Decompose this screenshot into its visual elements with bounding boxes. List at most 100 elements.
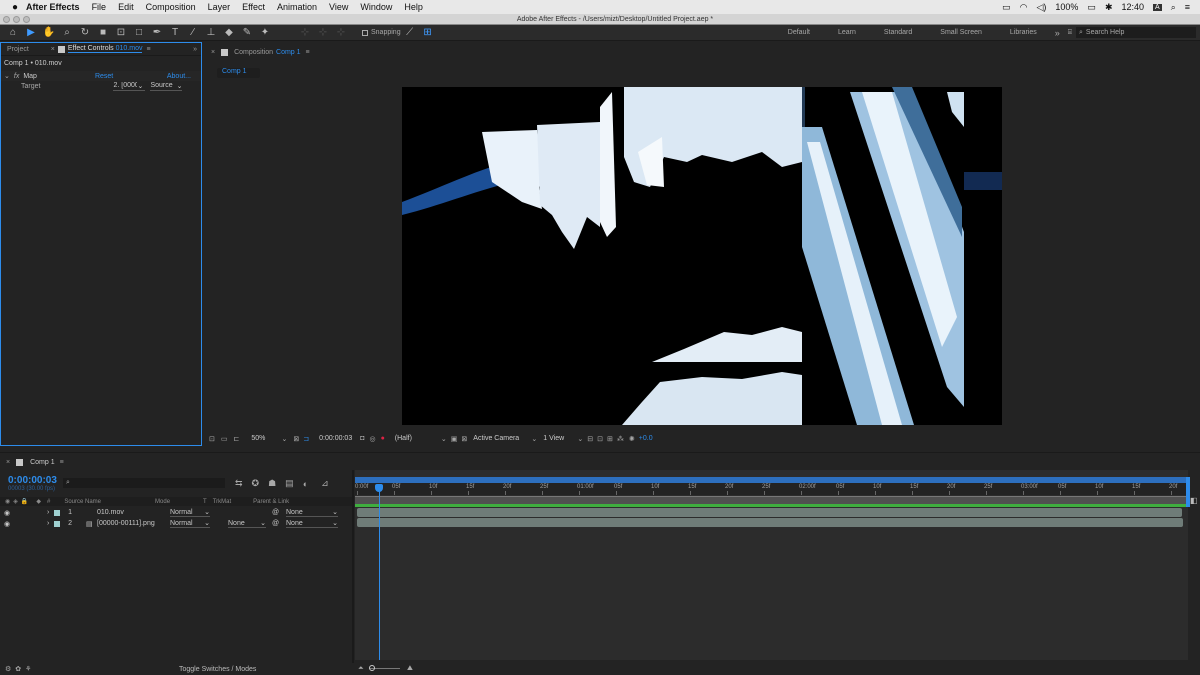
timeline-link-icon[interactable]: ⊞ bbox=[607, 435, 613, 443]
battery-percent[interactable]: 100% bbox=[1055, 2, 1078, 12]
display-icon[interactable]: ▭ bbox=[1002, 2, 1011, 13]
target-source-dropdown[interactable]: Source ⌄ bbox=[150, 82, 183, 91]
type-tool-icon[interactable]: T bbox=[168, 26, 182, 40]
rotate-tool-icon[interactable]: ↻ bbox=[78, 26, 92, 40]
zoom-window-button[interactable] bbox=[23, 15, 30, 23]
menu-edit[interactable]: Edit bbox=[118, 2, 134, 12]
twirl-closed-icon[interactable]: › bbox=[47, 520, 49, 527]
timeline-divider[interactable] bbox=[352, 470, 354, 675]
snap-feature-icon[interactable]: ⊞ bbox=[421, 26, 435, 40]
roto-brush-tool-icon[interactable]: ✎ bbox=[240, 26, 254, 40]
motion-blur-icon[interactable]: ◐ bbox=[303, 479, 308, 489]
timeline-timecode[interactable]: 0:00:00:03 bbox=[8, 475, 57, 486]
clock-time[interactable]: 12:40 bbox=[1121, 2, 1144, 12]
visibility-eye-icon[interactable]: ◉ bbox=[4, 520, 10, 528]
apple-icon[interactable]: ● bbox=[12, 2, 18, 13]
layer-mode-dropdown[interactable]: Normal ⌄ bbox=[170, 508, 210, 517]
fast-preview-icon[interactable]: ⊡ bbox=[597, 435, 603, 443]
menu-animation[interactable]: Animation bbox=[277, 2, 317, 12]
transfer-controls-icon[interactable]: ✿ bbox=[15, 665, 21, 673]
header-t[interactable]: T bbox=[203, 499, 207, 505]
tab-timeline-comp[interactable]: Comp 1 bbox=[30, 459, 55, 466]
close-tab-icon[interactable]: × bbox=[211, 49, 215, 56]
reset-exposure-icon[interactable]: ✺ bbox=[629, 435, 635, 443]
layer-name[interactable]: [00000-00111].png bbox=[97, 520, 155, 527]
timeline-zoom-knob[interactable] bbox=[369, 665, 375, 671]
region-of-interest-icon[interactable]: ▣ bbox=[451, 435, 458, 443]
playhead-line[interactable] bbox=[379, 484, 380, 660]
puppet-pin-tool-icon[interactable]: ✦ bbox=[258, 26, 272, 40]
pan-behind-tool-icon[interactable]: ⊡ bbox=[114, 26, 128, 40]
close-tab-icon[interactable]: × bbox=[51, 46, 55, 53]
reset-link[interactable]: Reset bbox=[95, 73, 113, 80]
menu-layer[interactable]: Layer bbox=[208, 2, 231, 12]
shy-layers-icon[interactable]: ☗ bbox=[268, 478, 276, 489]
twirl-open-icon[interactable]: ⌄ bbox=[4, 72, 10, 80]
more-workspaces-button[interactable]: » bbox=[1055, 28, 1060, 38]
graph-editor-icon[interactable]: ⊿ bbox=[321, 478, 329, 489]
layer-mode-dropdown[interactable]: Normal ⌄ bbox=[170, 519, 210, 528]
in-out-icon[interactable]: ⚘ bbox=[25, 665, 31, 673]
home-icon[interactable]: ⌂ bbox=[6, 26, 20, 40]
menu-file[interactable]: File bbox=[92, 2, 107, 12]
axis-world-icon[interactable]: ⊹ bbox=[316, 26, 330, 40]
menu-composition[interactable]: Composition bbox=[146, 2, 196, 12]
eraser-tool-icon[interactable]: ◆ bbox=[222, 26, 236, 40]
label-color-swatch[interactable] bbox=[54, 509, 61, 516]
layer-trkmat-dropdown[interactable]: None ⌄ bbox=[228, 519, 266, 528]
sync-settings-icon[interactable]: ⌸ bbox=[1068, 29, 1072, 37]
brush-tool-icon[interactable]: ∕ bbox=[186, 26, 200, 40]
twirl-closed-icon[interactable]: › bbox=[47, 509, 49, 516]
snapping-checkbox[interactable] bbox=[362, 29, 368, 36]
workspace-standard[interactable]: Standard bbox=[884, 29, 912, 36]
pen-tool-icon[interactable]: ✒ bbox=[150, 26, 164, 40]
snapshot-camera-icon[interactable]: ◘ bbox=[360, 435, 364, 442]
axis-local-icon[interactable]: ⊹ bbox=[298, 26, 312, 40]
comp-marker-icon[interactable]: ◧ bbox=[1190, 496, 1198, 505]
layer-name[interactable]: 010.mov bbox=[97, 509, 124, 516]
zoom-out-icon[interactable]: ⏶ bbox=[358, 665, 364, 673]
flowchart-icon[interactable]: ⁂ bbox=[617, 435, 624, 443]
workspace-libraries[interactable]: Libraries bbox=[1010, 29, 1037, 36]
composition-viewer[interactable] bbox=[402, 87, 1002, 425]
panel-menu-icon[interactable]: ≡ bbox=[146, 46, 150, 53]
header-parent[interactable]: Parent & Link bbox=[253, 499, 289, 505]
tab-effect-controls[interactable]: Effect Controls 010.mov bbox=[67, 45, 143, 53]
view-layout-dropdown[interactable]: 1 View ⌄ bbox=[543, 435, 583, 443]
toggle-switches-modes-button[interactable]: Toggle Switches / Modes bbox=[179, 666, 256, 673]
mask-visibility-icon[interactable]: ⊏ bbox=[234, 435, 240, 443]
tab-project[interactable]: Project bbox=[7, 46, 29, 53]
transparency-grid-icon[interactable]: ⊠ bbox=[461, 435, 467, 443]
monitor-icon[interactable]: ▭ bbox=[221, 435, 228, 443]
show-snapshot-icon[interactable]: ◎ bbox=[369, 435, 375, 443]
color-channels-icon[interactable]: ● bbox=[381, 435, 385, 442]
zoom-tool-icon[interactable]: ⌕ bbox=[60, 26, 74, 40]
target-layer-dropdown[interactable]: 2. [0000 ⌄ bbox=[113, 82, 146, 91]
pickwhip-icon[interactable]: @ bbox=[272, 509, 279, 516]
layer-duration-bar[interactable] bbox=[357, 518, 1183, 527]
axis-view-icon[interactable]: ⊹ bbox=[334, 26, 348, 40]
expand-panel-icon[interactable]: » bbox=[193, 46, 197, 53]
fit-icon[interactable]: ⊠ bbox=[293, 435, 299, 443]
comp-sub-tab[interactable]: Comp 1 bbox=[217, 68, 260, 78]
wifi-icon[interactable]: ◠ bbox=[1020, 2, 1028, 13]
minimize-window-button[interactable] bbox=[13, 15, 20, 23]
label-color-swatch[interactable] bbox=[54, 520, 61, 527]
camera-dropdown[interactable]: Active Camera ⌄ bbox=[473, 435, 537, 443]
playhead-handle[interactable] bbox=[375, 484, 383, 492]
layer-row[interactable]: ◉ 1 › 010.mov Normal ⌄ @ None ⌄ bbox=[0, 507, 352, 518]
snap-edge-icon[interactable]: ⟋ bbox=[403, 26, 417, 40]
current-time-display[interactable]: 0:00:00:03 bbox=[319, 435, 352, 442]
panel-menu-icon[interactable]: ≡ bbox=[306, 49, 310, 56]
input-source-badge[interactable]: A bbox=[1153, 3, 1162, 11]
exposure-value[interactable]: +0.0 bbox=[639, 435, 653, 442]
fx-toggle[interactable]: fx bbox=[14, 73, 19, 80]
header-mode[interactable]: Mode bbox=[155, 499, 170, 505]
draft-3d-icon[interactable]: ✪ bbox=[252, 478, 260, 489]
resolution-dropdown[interactable]: (Half) ⌄ bbox=[395, 435, 447, 443]
workspace-learn[interactable]: Learn bbox=[838, 29, 856, 36]
frame-blending-icon[interactable]: ▤ bbox=[285, 478, 294, 489]
menu-view[interactable]: View bbox=[329, 2, 348, 12]
tab-composition-label[interactable]: Composition bbox=[234, 49, 273, 56]
layer-duration-bar[interactable] bbox=[357, 508, 1182, 517]
